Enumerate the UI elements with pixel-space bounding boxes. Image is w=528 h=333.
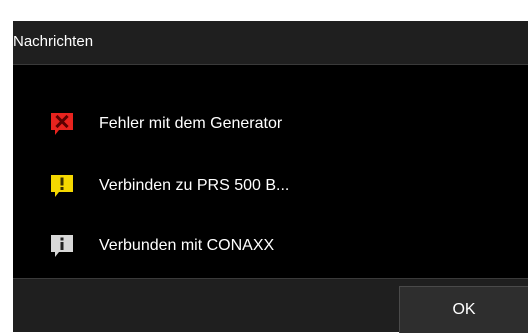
dialog-title: Nachrichten bbox=[13, 33, 94, 50]
message-item-warning: Verbinden zu PRS 500 B... bbox=[50, 174, 289, 198]
message-item-info: Verbunden mit CONAXX bbox=[50, 234, 274, 258]
message-dialog: Nachrichten Fehler mit dem Generator Ver… bbox=[13, 21, 528, 333]
warning-icon bbox=[50, 174, 74, 198]
message-item-error: Fehler mit dem Generator bbox=[50, 112, 282, 136]
ok-button[interactable]: OK bbox=[399, 286, 528, 333]
dialog-titlebar: Nachrichten bbox=[13, 21, 528, 65]
message-text-info: Verbunden mit CONAXX bbox=[99, 237, 275, 254]
message-list: Fehler mit dem Generator Verbinden zu PR… bbox=[13, 65, 528, 278]
message-text-error: Fehler mit dem Generator bbox=[99, 115, 283, 132]
error-icon bbox=[50, 112, 74, 136]
message-text-warning: Verbinden zu PRS 500 B... bbox=[99, 177, 290, 194]
info-icon bbox=[50, 234, 74, 258]
dialog-footer: OK bbox=[13, 278, 528, 333]
